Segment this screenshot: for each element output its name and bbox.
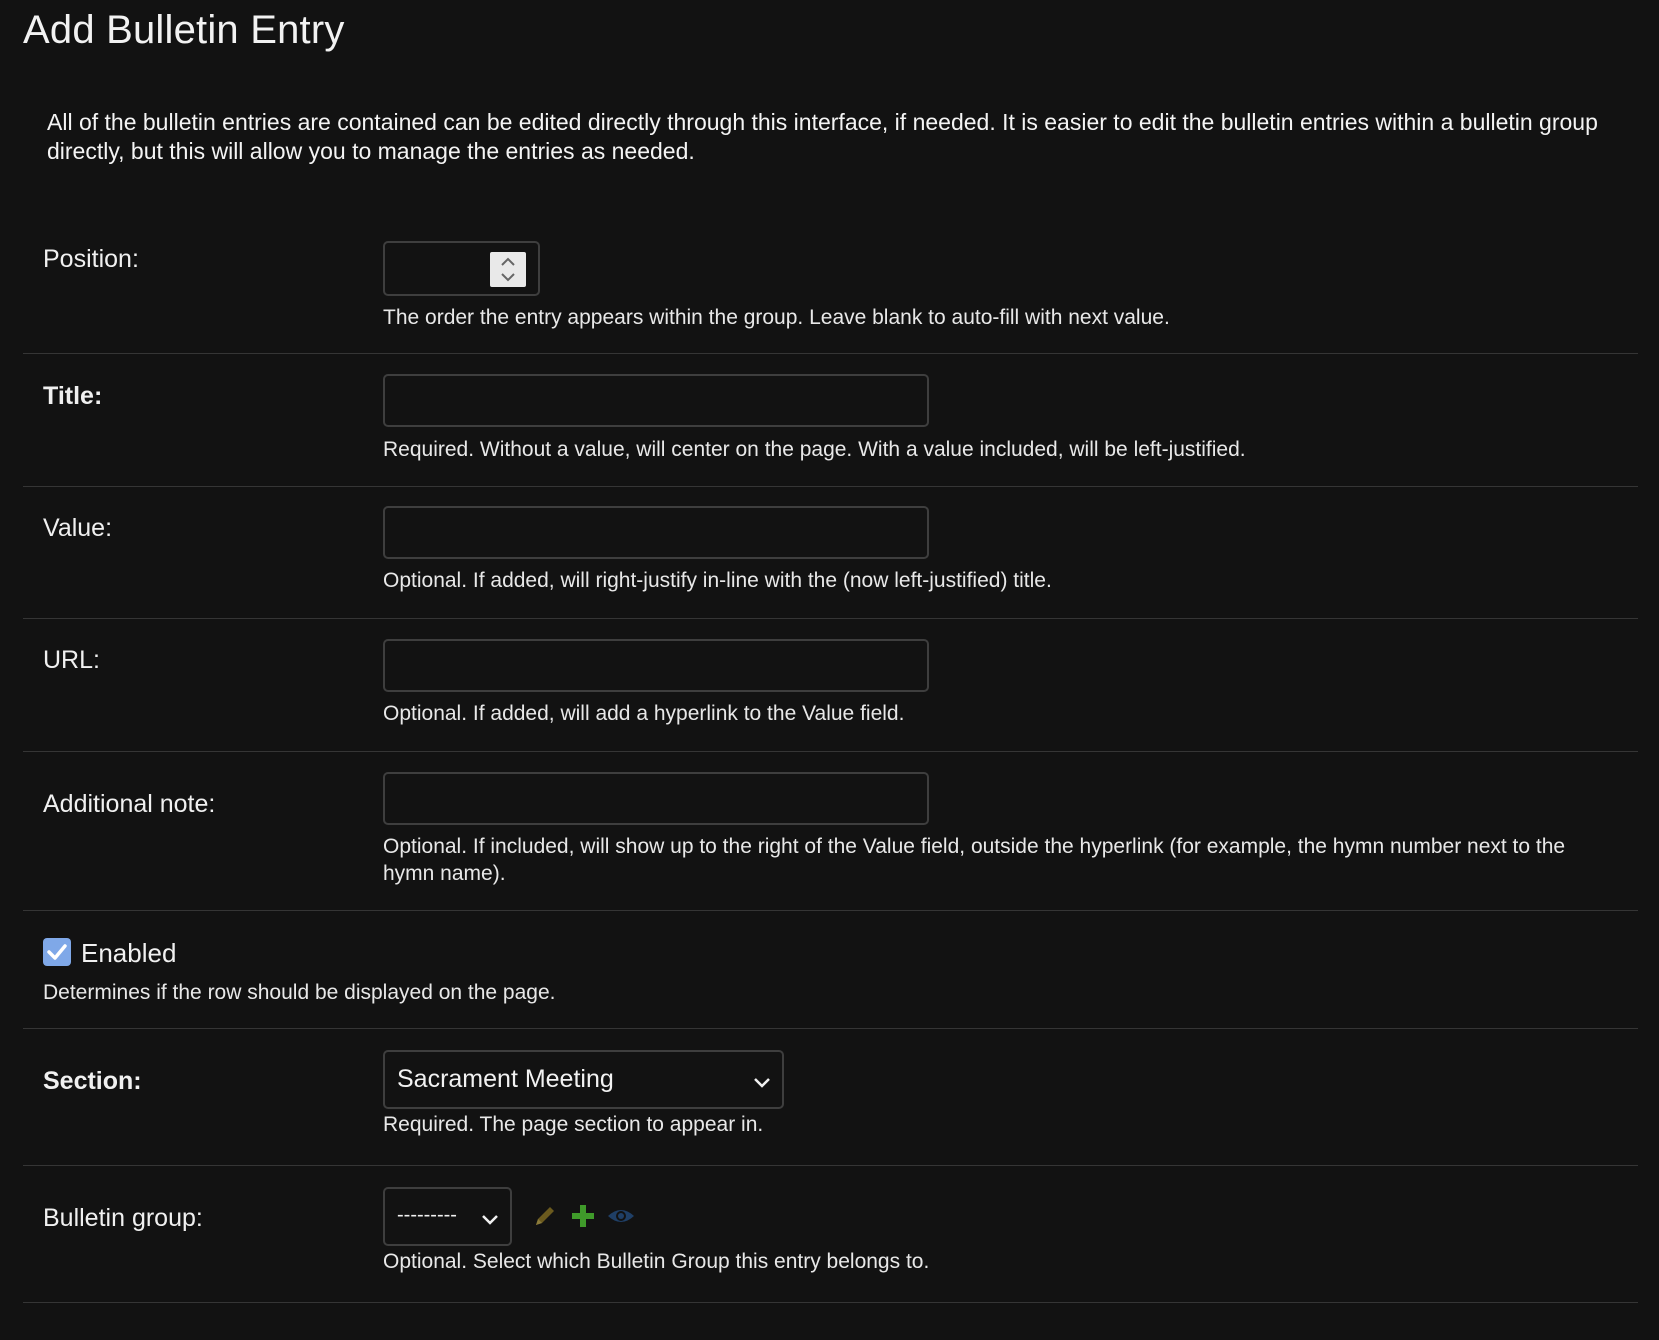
section-select[interactable]: Sacrament Meeting: [383, 1050, 784, 1109]
spinner-arrows-icon: [501, 257, 515, 282]
position-row: Position: The order the entry appears wi…: [23, 218, 1638, 354]
url-help: Optional. If added, will add a hyperlink…: [383, 702, 905, 725]
additional-note-row: Additional note: Optional. If included, …: [23, 752, 1638, 911]
checkmark-icon: [47, 944, 67, 960]
additional-note-input[interactable]: [383, 772, 929, 825]
title-help: Required. Without a value, will center o…: [383, 438, 1246, 461]
additional-note-label: Additional note:: [43, 790, 216, 818]
position-spinner[interactable]: [490, 252, 526, 287]
pencil-icon[interactable]: [531, 1202, 559, 1230]
value-row: Value: Optional. If added, will right-ju…: [23, 487, 1638, 619]
section-help: Required. The page section to appear in.: [383, 1113, 764, 1136]
chevron-down-icon: [480, 1207, 500, 1236]
page-title: Add Bulletin Entry: [23, 8, 345, 52]
additional-note-help: Optional. If included, will show up to t…: [383, 835, 1566, 885]
enabled-help: Determines if the row should be displaye…: [43, 981, 556, 1004]
url-label: URL:: [43, 646, 100, 674]
title-input[interactable]: [383, 374, 929, 427]
chevron-down-icon: [752, 1070, 772, 1099]
title-label: Title:: [43, 382, 103, 410]
value-input[interactable]: [383, 506, 929, 559]
bulletin-group-select[interactable]: ---------: [383, 1187, 512, 1246]
position-label: Position:: [43, 245, 139, 273]
bulletin-group-selected-value: ---------: [397, 1204, 457, 1226]
section-label: Section:: [43, 1067, 142, 1095]
bulletin-group-label: Bulletin group:: [43, 1204, 203, 1232]
section-row: Section: Sacrament Meeting Required. The…: [23, 1029, 1638, 1166]
value-help: Optional. If added, will right-justify i…: [383, 569, 1052, 592]
url-input[interactable]: [383, 639, 929, 692]
position-control: [383, 241, 540, 296]
intro-text: All of the bulletin entries are containe…: [47, 109, 1598, 164]
url-row: URL: Optional. If added, will add a hype…: [23, 619, 1638, 752]
page: Add Bulletin Entry All of the bulletin e…: [23, 0, 1638, 1303]
section-selected-value: Sacrament Meeting: [397, 1065, 614, 1093]
position-help: The order the entry appears within the g…: [383, 306, 1170, 329]
position-input[interactable]: [383, 241, 540, 296]
eye-icon[interactable]: [606, 1202, 634, 1230]
bulletin-group-row: Bulletin group: --------- Optional. Sele…: [23, 1166, 1638, 1303]
bulletin-group-help: Optional. Select which Bulletin Group th…: [383, 1250, 930, 1273]
plus-icon[interactable]: [569, 1202, 597, 1230]
enabled-checkbox[interactable]: [43, 938, 71, 966]
title-row: Title: Required. Without a value, will c…: [23, 354, 1638, 487]
value-label: Value:: [43, 514, 113, 542]
enabled-label[interactable]: Enabled: [81, 938, 176, 969]
bulletin-entry-form: Position: The order the entry appears wi…: [23, 218, 1638, 1303]
enabled-row: Enabled Determines if the row should be …: [23, 911, 1638, 1029]
